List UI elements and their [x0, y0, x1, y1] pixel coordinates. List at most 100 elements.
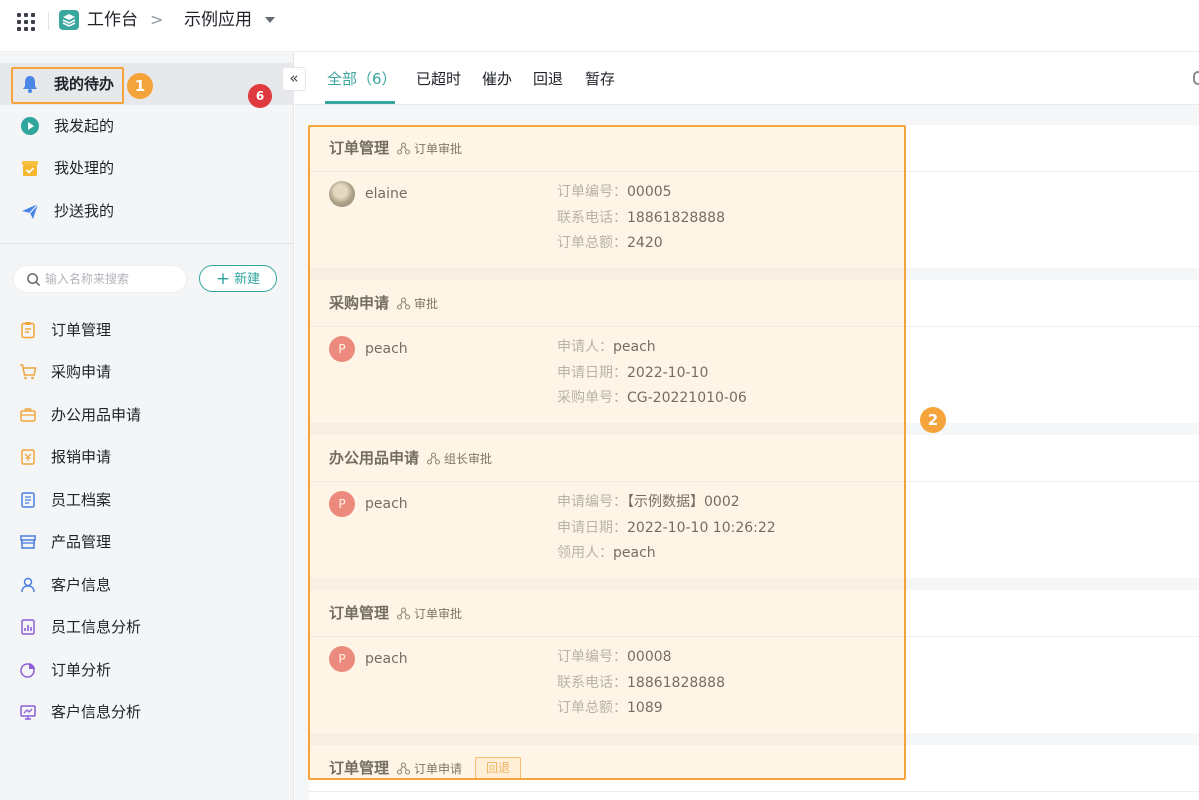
field-key: 订单编号： [557, 184, 627, 200]
user-name: peach [365, 651, 408, 667]
user-name: peach [365, 496, 408, 512]
card-header: 订单管理 订单申请 回退 [309, 745, 1199, 792]
bell-icon [23, 76, 37, 93]
field-key: 申请人： [557, 339, 613, 355]
breadcrumb-separator: > [150, 10, 164, 29]
search-input[interactable] [45, 270, 180, 288]
plus-icon: + [215, 269, 231, 289]
top-bar: 工作台 > 示例应用 [0, 0, 1199, 52]
todo-card[interactable]: 订单管理 订单审批 P peach 订单编号：00008 联系电话：188618… [309, 590, 1199, 733]
field-row: 申请日期：2022-10-10 10:26:22 [557, 518, 776, 544]
form-item-employee-analysis[interactable]: 员工信息分析 [0, 606, 294, 648]
app-grid-icon[interactable] [17, 13, 35, 31]
field-row: 联系电话：18861828888 [557, 208, 725, 234]
card-fields: 订单编号：00005 联系电话：18861828888 订单总额：2420 [557, 182, 725, 259]
field-key: 联系电话： [557, 209, 627, 226]
field-row: 订单总额：2420 [557, 233, 725, 259]
form-label: 员工档案 [51, 491, 112, 509]
todo-card[interactable]: 采购申请 审批 P peach 申请人：peach 申请日期：2022-10-1… [309, 280, 1199, 423]
report-icon [21, 619, 35, 635]
form-item-employee-records[interactable]: 员工档案 [0, 479, 294, 521]
filter-tabs: 全部（6） 已超时 催办 回退 暂存 [295, 53, 1199, 105]
nav-cc[interactable]: 抄送我的 [0, 190, 294, 232]
field-row: 申请人：peach [557, 337, 747, 363]
card-process-type: 订单审批 [397, 141, 462, 157]
main-content: 全部（6） 已超时 催办 回退 暂存 订单管理 订单审批 elaine 订单编号… [295, 53, 1199, 800]
field-key: 联系电话： [557, 674, 627, 691]
workbench-title[interactable]: 工作台 [87, 8, 138, 32]
todo-card[interactable]: 订单管理 订单申请 回退 [309, 745, 1199, 800]
field-row: 订单总额：1089 [557, 698, 725, 724]
field-row: 订单编号：00008 [557, 647, 725, 673]
field-row: 订单编号：00005 [557, 182, 725, 208]
card-fields: 订单编号：00008 联系电话：18861828888 订单总额：1089 [557, 647, 725, 724]
avatar: P [329, 336, 355, 362]
field-value: CG-20221010-06 [627, 390, 747, 406]
user-icon [21, 577, 35, 593]
field-key: 申请日期： [557, 364, 627, 381]
avatar: P [329, 491, 355, 517]
search-icon [27, 273, 41, 287]
todo-card[interactable]: 订单管理 订单审批 elaine 订单编号：00005 联系电话：1886182… [309, 125, 1199, 268]
field-key: 订单总额： [557, 235, 627, 251]
field-row: 申请编号：【示例数据】0002 [557, 492, 776, 518]
form-item-order-management[interactable]: 订单管理 [0, 309, 294, 351]
form-item-reimbursement[interactable]: 报销申请 [0, 436, 294, 478]
tab-urged[interactable]: 催办 [482, 69, 512, 89]
form-label: 客户信息分析 [51, 703, 142, 721]
field-value: 18861828888 [627, 674, 725, 691]
store-icon [20, 535, 36, 549]
field-value: peach [613, 545, 656, 561]
tab-all[interactable]: 全部（6） [327, 69, 397, 89]
card-title: 订单管理 [329, 604, 390, 622]
field-row: 联系电话：18861828888 [557, 673, 725, 699]
field-value: 2022-10-10 10:26:22 [627, 519, 776, 536]
card-title: 办公用品申请 [329, 449, 420, 467]
tab-drafts[interactable]: 暂存 [585, 69, 615, 89]
card-process-type: 组长审批 [427, 451, 492, 467]
form-search-box[interactable] [13, 265, 187, 293]
field-value: 1089 [627, 700, 663, 716]
form-item-purchase-request[interactable]: 采购申请 [0, 351, 294, 393]
status-badge: 回退 [475, 757, 521, 779]
search-icon[interactable] [1193, 71, 1199, 85]
field-row: 采购单号：CG-20221010-06 [557, 388, 747, 414]
todo-card[interactable]: 办公用品申请 组长审批 P peach 申请编号：【示例数据】0002 申请日期… [309, 435, 1199, 578]
card-header: 订单管理 订单审批 [309, 590, 1199, 637]
form-item-customer-analysis[interactable]: 客户信息分析 [0, 691, 294, 733]
nav-label: 抄送我的 [54, 202, 115, 220]
divider [0, 243, 294, 244]
collapse-sidebar-icon[interactable]: « [282, 67, 306, 91]
form-item-product-management[interactable]: 产品管理 [0, 521, 294, 563]
new-form-button[interactable]: + 新建 [199, 265, 277, 292]
field-key: 申请编号： [557, 494, 627, 510]
card-title: 订单管理 [329, 759, 390, 777]
form-label: 订单管理 [51, 321, 112, 339]
annotation-marker-1: 1 [127, 73, 153, 99]
process-type-label: 审批 [414, 297, 439, 311]
divider [48, 12, 49, 30]
field-value: 00008 [627, 649, 672, 665]
document-icon [21, 492, 35, 508]
field-key: 采购单号： [557, 390, 627, 406]
card-title: 采购申请 [329, 294, 390, 312]
nav-label: 我处理的 [54, 159, 115, 177]
card-header: 订单管理 订单审批 [309, 125, 1199, 172]
current-app-selector[interactable]: 示例应用 [184, 8, 252, 32]
card-process-type: 订单申请 [397, 761, 462, 777]
form-item-order-analysis[interactable]: 订单分析 [0, 649, 294, 691]
field-value: 18861828888 [627, 209, 725, 226]
card-process-type: 订单审批 [397, 606, 462, 622]
workbench-logo-icon [59, 10, 79, 30]
form-item-office-supplies[interactable]: 办公用品申请 [0, 394, 294, 436]
chevron-down-icon[interactable] [265, 17, 275, 23]
tab-returned[interactable]: 回退 [533, 69, 563, 89]
form-item-customer-info[interactable]: 客户信息 [0, 564, 294, 606]
card-title: 订单管理 [329, 139, 390, 157]
field-key: 订单总额： [557, 700, 627, 716]
form-label: 采购申请 [51, 363, 112, 381]
tab-overdue[interactable]: 已超时 [416, 69, 461, 89]
nav-initiated[interactable]: 我发起的 [0, 105, 294, 147]
nav-processed[interactable]: 我处理的 [0, 147, 294, 189]
flow-icon [397, 762, 410, 775]
